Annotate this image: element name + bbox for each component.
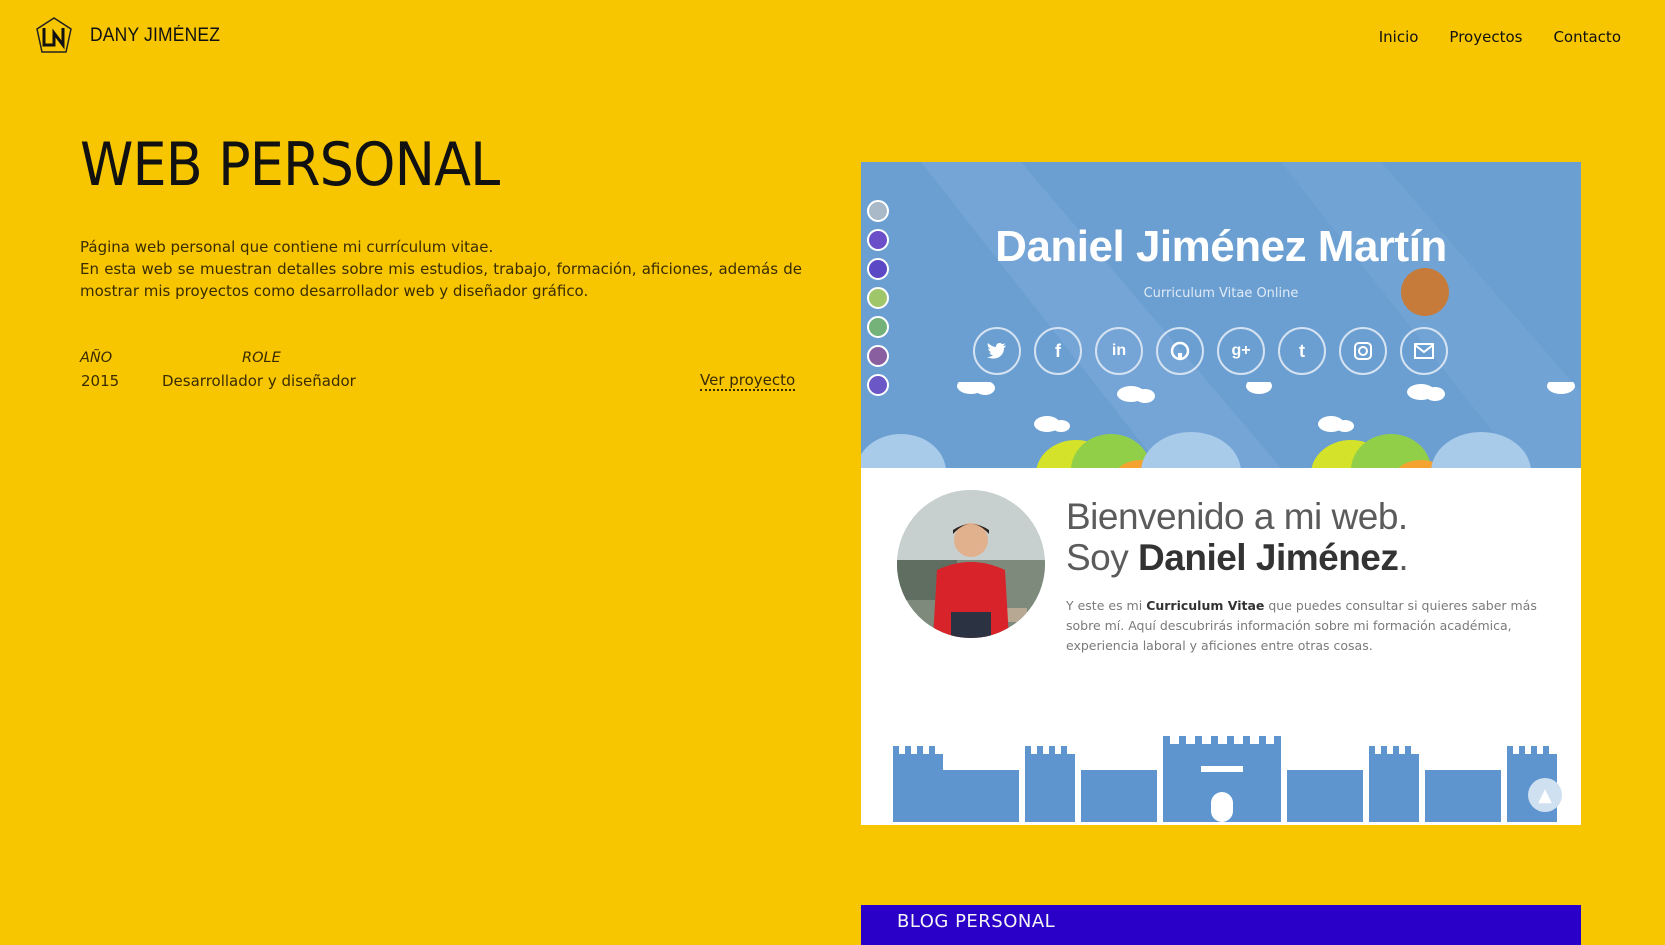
preview-social-links: f in g+ t	[973, 327, 1448, 375]
view-project-link[interactable]: Ver proyecto	[700, 372, 796, 391]
mail-icon	[1400, 327, 1448, 375]
google-plus-icon: g+	[1217, 327, 1265, 375]
next-project-title: BLOG PERSONAL	[897, 911, 1056, 932]
facebook-icon: f	[1034, 327, 1082, 375]
twitter-icon	[973, 327, 1021, 375]
description-line-2: En esta web se muestran detalles sobre m…	[80, 260, 802, 300]
brand[interactable]: DANY JIMÉNEZ	[34, 16, 231, 56]
project-preview[interactable]: Daniel Jiménez Martín Curriculum Vitae O…	[861, 162, 1581, 825]
nav-item-inicio[interactable]: Inicio	[1379, 28, 1419, 46]
nav-item-contacto[interactable]: Contacto	[1553, 28, 1621, 46]
greeting-line-2: Soy Daniel Jiménez.	[1066, 537, 1409, 578]
preview-subtitle: Curriculum Vitae Online	[1143, 286, 1299, 301]
project-description: Página web personal que contiene mi curr…	[80, 236, 802, 302]
preview-castle-illustration	[893, 736, 1557, 822]
next-project-card[interactable]: BLOG PERSONAL	[861, 905, 1581, 945]
brand-name: DANY JIMÉNEZ	[90, 25, 221, 46]
github-icon	[1156, 327, 1204, 375]
tumblr-icon: t	[1278, 327, 1326, 375]
preview-orange-dot	[1401, 268, 1449, 316]
brand-logo-icon	[36, 17, 72, 53]
preview-hills-clouds	[861, 382, 1575, 468]
role-label: ROLE	[242, 350, 281, 366]
main-nav: Inicio Proyectos Contacto	[1379, 28, 1621, 46]
side-nav-image-icon	[867, 345, 889, 367]
scroll-top-icon: ▲	[1528, 778, 1562, 812]
preview-avatar	[897, 490, 1045, 638]
instagram-icon	[1339, 327, 1387, 375]
greeting-line-1: Bienvenido a mi web.	[1066, 496, 1408, 537]
preview-header: Daniel Jiménez Martín Curriculum Vitae O…	[861, 162, 1581, 468]
preview-name: Daniel Jiménez Martín	[995, 222, 1447, 271]
year-label: AÑO	[80, 350, 113, 366]
role-value: Desarrollador y diseñador	[162, 372, 356, 390]
side-nav-bubbles-icon	[867, 316, 889, 338]
year-value: 2015	[81, 372, 120, 390]
linkedin-icon: in	[1095, 327, 1143, 375]
side-nav-user-icon	[867, 200, 889, 222]
nav-item-proyectos[interactable]: Proyectos	[1449, 28, 1522, 46]
project-title: WEB PERSONAL	[80, 130, 500, 200]
preview-greeting: Bienvenido a mi web. Soy Daniel Jiménez.	[1066, 496, 1409, 578]
description-line-1: Página web personal que contiene mi curr…	[80, 238, 494, 256]
preview-intro-text: Y este es mi Curriculum Vitae que puedes…	[1066, 598, 1537, 653]
